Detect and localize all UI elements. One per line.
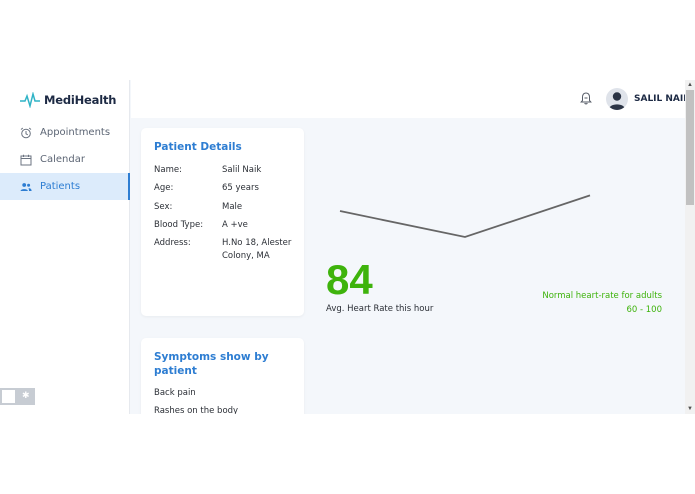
alarm-clock-icon xyxy=(20,127,32,138)
normal-heart-rate-range: 60 - 100 xyxy=(626,305,662,315)
theme-toggle[interactable]: ✱ xyxy=(0,388,35,405)
toggle-knob xyxy=(2,390,15,403)
avg-heart-rate-label: Avg. Heart Rate this hour xyxy=(326,304,434,314)
avatar[interactable] xyxy=(606,88,628,110)
sidebar-nav: Appointments Calendar Patients xyxy=(0,119,130,200)
avg-heart-rate-value: 84 xyxy=(326,256,373,303)
user-avatar-icon xyxy=(608,92,626,110)
sidebar-item-label: Calendar xyxy=(40,154,85,165)
detail-label: Age: xyxy=(154,183,174,193)
top-bar: SALIL NAIK xyxy=(131,80,695,118)
detail-value: H.No 18, Alester Colony, MA xyxy=(222,238,292,261)
patient-details-card: Patient Details Name: Salil Naik Age: 65… xyxy=(141,128,304,316)
heartbeat-logo-icon xyxy=(20,92,40,108)
detail-label: Sex: xyxy=(154,202,173,212)
sidebar-item-appointments[interactable]: Appointments xyxy=(0,119,130,146)
symptoms-card: Symptoms show by patient Back pain Rashe… xyxy=(141,338,304,414)
detail-label: Name: xyxy=(154,165,182,175)
scrollbar[interactable]: ▲ ▼ xyxy=(685,80,695,414)
username[interactable]: SALIL NAIK xyxy=(634,94,690,104)
scroll-up-icon[interactable]: ▲ xyxy=(685,80,695,90)
card-title: Symptoms show by patient xyxy=(154,351,269,377)
sun-icon: ✱ xyxy=(22,390,30,400)
symptom-item: Back pain xyxy=(154,388,196,398)
bell-icon[interactable] xyxy=(580,92,592,105)
detail-value: A +ve xyxy=(222,220,248,230)
heart-rate-series-line xyxy=(339,194,591,238)
sidebar-item-patients[interactable]: Patients xyxy=(0,173,130,200)
symptom-item: Rashes on the body xyxy=(154,406,239,414)
normal-heart-rate-label: Normal heart-rate for adults xyxy=(542,291,662,301)
detail-value: Salil Naik xyxy=(222,165,262,175)
detail-label: Blood Type: xyxy=(154,220,204,230)
sidebar-item-label: Patients xyxy=(40,181,81,192)
detail-value: 65 years xyxy=(222,183,259,193)
card-title: Patient Details xyxy=(154,141,242,153)
calendar-icon xyxy=(20,154,32,165)
brand[interactable]: MediHealth xyxy=(20,90,116,110)
heart-rate-chart xyxy=(339,194,591,238)
detail-value: Male xyxy=(222,202,243,212)
brand-name: MediHealth xyxy=(44,93,117,107)
sidebar-item-label: Appointments xyxy=(40,127,111,138)
app-root: MediHealth Appointments Calendar Patient… xyxy=(0,80,695,414)
sidebar: MediHealth Appointments Calendar Patient… xyxy=(0,80,130,414)
users-icon xyxy=(20,182,32,191)
detail-label: Address: xyxy=(154,238,191,248)
scroll-down-icon[interactable]: ▼ xyxy=(685,404,695,414)
scrollbar-thumb[interactable] xyxy=(686,90,694,205)
sidebar-item-calendar[interactable]: Calendar xyxy=(0,146,130,173)
